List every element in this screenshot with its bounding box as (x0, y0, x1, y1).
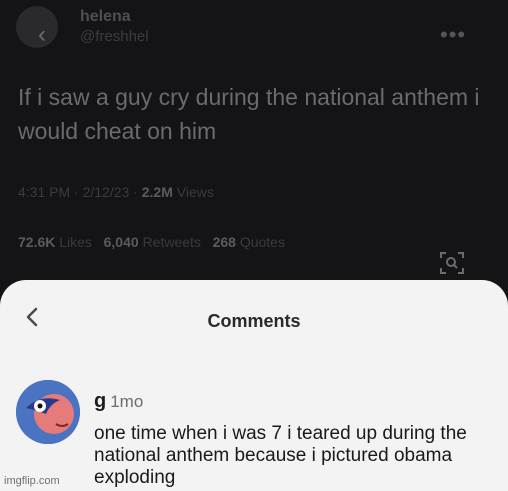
tweet-time: 4:31 PM · 2/12/23 · (18, 184, 138, 200)
author-name: helena (80, 8, 131, 25)
tweet-meta: 4:31 PM · 2/12/23 · 2.2M Views (18, 184, 214, 200)
comment-text: one time when i was 7 i teared up during… (94, 423, 467, 488)
comment-username[interactable]: g (94, 390, 106, 412)
views-label: Views (176, 184, 214, 200)
more-options-icon[interactable]: ••• (440, 24, 466, 46)
comment-header: g 1mo (94, 390, 143, 413)
quotes-count[interactable]: 268 (213, 234, 236, 250)
back-arrow-icon[interactable]: ‹ (38, 23, 58, 47)
likes-count[interactable]: 72.6K (18, 234, 55, 250)
quotes-label[interactable]: Quotes (240, 234, 285, 250)
comment-age: 1mo (110, 392, 144, 411)
watermark: imgflip.com (4, 475, 60, 487)
likes-label[interactable]: Likes (59, 234, 92, 250)
comments-sheet: Comments g 1mo one time when i was 7 i te… (0, 280, 508, 491)
tweet-view: ‹ helena @freshhel ••• If i saw a guy cr… (0, 0, 508, 300)
comments-title: Comments (207, 311, 301, 331)
commenter-avatar-image (16, 380, 80, 444)
tweet-stats: 72.6K Likes 6,040 Retweets 268 Quotes (18, 234, 285, 250)
scan-icon[interactable] (440, 252, 464, 274)
tweet-text: If i saw a guy cry during the national a… (18, 84, 480, 144)
commenter-avatar[interactable] (16, 380, 80, 444)
author-handle: @freshhel (80, 28, 149, 45)
views-count: 2.2M (141, 184, 173, 200)
retweets-count[interactable]: 6,040 (104, 234, 139, 250)
retweets-label[interactable]: Retweets (143, 234, 201, 250)
